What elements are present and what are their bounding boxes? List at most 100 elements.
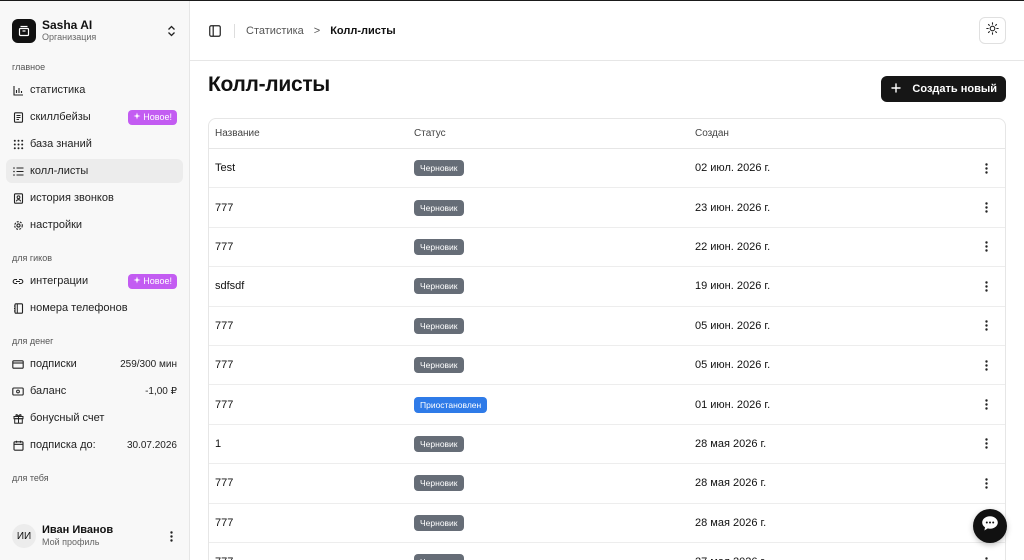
row-name: Test: [215, 162, 236, 175]
more-vertical-icon[interactable]: [967, 478, 1005, 489]
calendar-icon: [12, 439, 24, 451]
sidebar-section-title: для денег: [12, 336, 54, 346]
new-badge-label: Новое!: [143, 276, 172, 286]
row-created-date: 22 июн. 2026 г.: [695, 240, 771, 253]
chat-bubble-icon: [981, 515, 999, 537]
sidebar-item-value: -1,00 ₽: [145, 385, 177, 397]
more-vertical-icon[interactable]: [967, 162, 1005, 174]
table-row[interactable]: 777 Черновик 28 мая 2026 г.: [209, 504, 1005, 543]
bar-chart-icon: [12, 84, 24, 96]
sidebar-item[interactable]: номера телефонов: [6, 296, 183, 320]
column-header-name[interactable]: Название: [209, 128, 408, 139]
status-badge: Черновик: [414, 317, 464, 334]
more-vertical-icon[interactable]: [967, 556, 1005, 560]
sidebar-item-value: 30.07.2026: [126, 439, 177, 451]
table-row[interactable]: Test Черновик 02 июл. 2026 г.: [209, 149, 1005, 189]
table-row[interactable]: sdfsdf Черновик 19 июн. 2026 г.: [209, 267, 1005, 307]
gift-icon: [12, 412, 24, 424]
sidebar-item[interactable]: подписки 259/300 мин: [6, 352, 183, 376]
status-badge: Черновик: [414, 199, 464, 216]
table-row[interactable]: 777 Приостановлен 01 июн. 2026 г.: [209, 385, 1005, 425]
sidebar-nav: главное статистика скиллбейзы Новое! база зн…: [0, 61, 189, 484]
org-name: Sasha AI: [42, 18, 93, 32]
sidebar: Sasha AI Организация главное статистика ск…: [0, 1, 190, 560]
row-name: 777: [215, 240, 234, 253]
sidebar-item[interactable]: колл-листы: [6, 159, 183, 183]
sidebar-item-label: интеграции: [30, 275, 89, 287]
more-vertical-icon[interactable]: [967, 202, 1005, 213]
create-new-label: Создать новый: [912, 83, 997, 95]
more-vertical-icon[interactable]: [967, 438, 1005, 450]
sidebar-section-title: для тебя: [12, 473, 49, 483]
box-icon: [12, 18, 36, 43]
new-badge: Новое!: [128, 273, 177, 289]
sparkle-icon: [133, 112, 141, 122]
chat-support-button[interactable]: [973, 509, 1007, 543]
sidebar-section-title: для гиков: [12, 253, 53, 263]
page-title: Колл-листы: [208, 73, 330, 96]
sidebar-item[interactable]: настройки: [6, 213, 183, 237]
sidebar-item[interactable]: баланс -1,00 ₽: [6, 379, 183, 403]
org-switcher[interactable]: Sasha AI Организация: [0, 1, 189, 49]
sun-icon: [986, 21, 999, 40]
status-badge: Черновик: [414, 160, 464, 177]
new-badge: Новое!: [128, 109, 177, 125]
status-badge: Черновик: [414, 435, 464, 452]
table-row[interactable]: 777 Черновик 23 июн. 2026 г.: [209, 188, 1005, 228]
sidebar-item[interactable]: база знаний: [6, 132, 183, 156]
divider: [234, 23, 235, 38]
sidebar-item[interactable]: бонусный счет: [6, 406, 183, 430]
row-created-date: 05 июн. 2026 г.: [695, 319, 771, 332]
plus-icon: [891, 82, 902, 96]
row-created-date: 01 июн. 2026 г.: [695, 398, 771, 411]
table-row[interactable]: 1 Черновик 28 мая 2026 г.: [209, 425, 1005, 465]
sidebar-item-label: история звонков: [30, 192, 114, 204]
topbar: Статистика > Колл-листы: [190, 1, 1024, 61]
chevron-up-down-icon: [165, 24, 177, 38]
row-created-date: 19 июн. 2026 г.: [695, 280, 771, 293]
table-row[interactable]: 777 Черновик 27 мая 2026 г.: [209, 543, 1005, 560]
sidebar-item[interactable]: скиллбейзы Новое!: [6, 105, 183, 129]
sidebar-item[interactable]: подписка до: 30.07.2026: [6, 433, 183, 457]
sidebar-item-label: скиллбейзы: [30, 111, 91, 123]
row-name: 777: [215, 201, 234, 214]
row-created-date: 02 июл. 2026 г.: [695, 162, 771, 175]
profile-card[interactable]: ИИ Иван Иванов Мой профиль: [6, 518, 183, 554]
table-body: Test Черновик 02 июл. 2026 г. 777 Чернов…: [209, 149, 1005, 560]
sidebar-item-label: баланс: [30, 385, 67, 397]
theme-toggle-button[interactable]: [979, 17, 1006, 44]
more-vertical-icon[interactable]: [967, 241, 1005, 253]
table-header: Название Статус Создан: [209, 119, 1005, 149]
row-name: 777: [215, 398, 234, 411]
sidebar-item[interactable]: интеграции Новое!: [6, 269, 183, 293]
more-vertical-icon[interactable]: [967, 281, 1005, 292]
table-row[interactable]: 777 Черновик 22 июн. 2026 г.: [209, 228, 1005, 268]
row-name: 1: [215, 437, 222, 450]
document-icon: [12, 111, 24, 123]
row-created-date: 27 мая 2026 г.: [689, 556, 967, 560]
sidebar-item-label: статистика: [30, 84, 86, 96]
banknote-icon: [12, 385, 24, 397]
sidebar-item-label: база знаний: [30, 138, 92, 150]
breadcrumb-parent[interactable]: Статистика: [246, 25, 304, 37]
sidebar-toggle-icon[interactable]: [208, 24, 222, 38]
column-header-created[interactable]: Создан: [689, 128, 967, 139]
column-header-status[interactable]: Статус: [408, 128, 689, 139]
profile-subtitle: Мой профиль: [42, 537, 100, 547]
table-row[interactable]: 777 Черновик 28 мая 2026 г.: [209, 464, 1005, 504]
grid-icon: [12, 138, 24, 150]
table-row[interactable]: 777 Черновик 05 июн. 2026 г.: [209, 346, 1005, 386]
call-lists-table: Название Статус Создан Test Черновик 02 …: [208, 118, 1006, 560]
more-vertical-icon[interactable]: [967, 399, 1005, 410]
sidebar-section-title: главное: [12, 62, 46, 72]
more-vertical-icon[interactable]: [967, 359, 1005, 371]
sidebar-item[interactable]: история звонков: [6, 186, 183, 210]
table-row[interactable]: 777 Черновик 05 июн. 2026 г.: [209, 307, 1005, 346]
create-new-button[interactable]: Создать новый: [881, 76, 1006, 102]
row-created-date: 28 мая 2026 г.: [695, 437, 767, 450]
sidebar-item[interactable]: статистика: [6, 78, 183, 102]
new-badge-label: Новое!: [143, 112, 172, 122]
more-vertical-icon[interactable]: [165, 529, 177, 543]
card-icon: [12, 358, 24, 370]
more-vertical-icon[interactable]: [967, 320, 1005, 331]
